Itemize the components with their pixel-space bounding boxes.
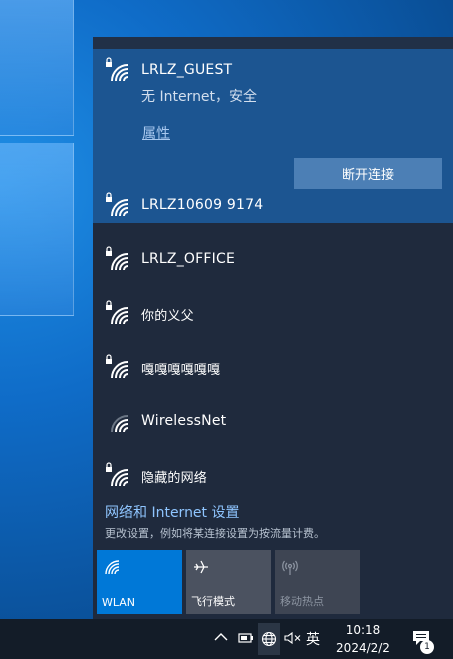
connection-status: 无 Internet，安全	[141, 89, 258, 105]
network-item[interactable]: LRLZ_OFFICE	[93, 232, 453, 286]
secured-wifi-icon	[106, 354, 129, 379]
properties-link[interactable]: 属性	[142, 123, 170, 143]
secured-wifi-icon	[106, 192, 129, 217]
network-settings-link[interactable]: 网络和 Internet 设置	[105, 502, 240, 522]
taskbar: 英 10:18 2024/2/2 1	[0, 619, 453, 659]
network-name: WirelessNet	[141, 413, 227, 429]
network-tray-button[interactable]	[258, 623, 280, 655]
network-item[interactable]: 嘎嘎嘎嘎嘎嘎	[93, 340, 453, 394]
clock-time[interactable]: 10:18	[337, 623, 389, 637]
network-item[interactable]: LRLZ10609 9174	[93, 178, 453, 232]
open-wifi-icon	[111, 415, 129, 433]
secured-wifi-icon	[106, 246, 129, 271]
network-name: LRLZ10609 9174	[141, 197, 264, 213]
tile-label: 飞行模式	[191, 595, 235, 608]
volume-muted-icon[interactable]	[284, 631, 302, 645]
chevron-up-icon[interactable]	[214, 632, 228, 642]
hotspot-icon	[282, 560, 298, 575]
clock-date[interactable]: 2024/2/2	[332, 641, 394, 655]
airplane-mode-tile[interactable]: 飞行模式	[186, 550, 271, 614]
network-item[interactable]: WirelessNet	[93, 394, 453, 448]
secured-wifi-icon	[106, 57, 129, 82]
network-name: 你的义父	[141, 309, 194, 324]
network-name: LRLZ_OFFICE	[141, 251, 235, 267]
action-center-button[interactable]: 1	[408, 627, 436, 655]
tile-label: WLAN	[102, 596, 136, 609]
wifi-icon	[105, 560, 120, 575]
network-name: 嘎嘎嘎嘎嘎嘎	[141, 363, 221, 378]
mobile-hotspot-tile[interactable]: 移动热点	[275, 550, 360, 614]
network-item[interactable]: 你的义父	[93, 286, 453, 340]
wlan-tile[interactable]: WLAN	[97, 550, 182, 614]
battery-icon[interactable]	[238, 632, 254, 644]
secured-wifi-icon	[106, 300, 129, 325]
network-name: 隐藏的网络	[141, 471, 208, 486]
notification-count-badge: 1	[420, 640, 434, 654]
network-item[interactable]: 隐藏的网络	[93, 448, 453, 502]
windows-logo-wallpaper	[0, 0, 74, 320]
network-settings-description: 更改设置，例如将某连接设置为按流量计费。	[105, 527, 325, 540]
connected-network-name: LRLZ_GUEST	[141, 62, 233, 78]
ime-indicator[interactable]: 英	[306, 629, 320, 649]
globe-icon	[261, 631, 277, 647]
airplane-icon	[194, 560, 208, 574]
network-flyout: LRLZ_GUEST 无 Internet，安全 属性 断开连接 LRLZ106…	[93, 37, 453, 619]
secured-wifi-icon	[106, 462, 129, 487]
flyout-header-strip	[93, 37, 453, 49]
tile-label: 移动热点	[280, 595, 324, 608]
